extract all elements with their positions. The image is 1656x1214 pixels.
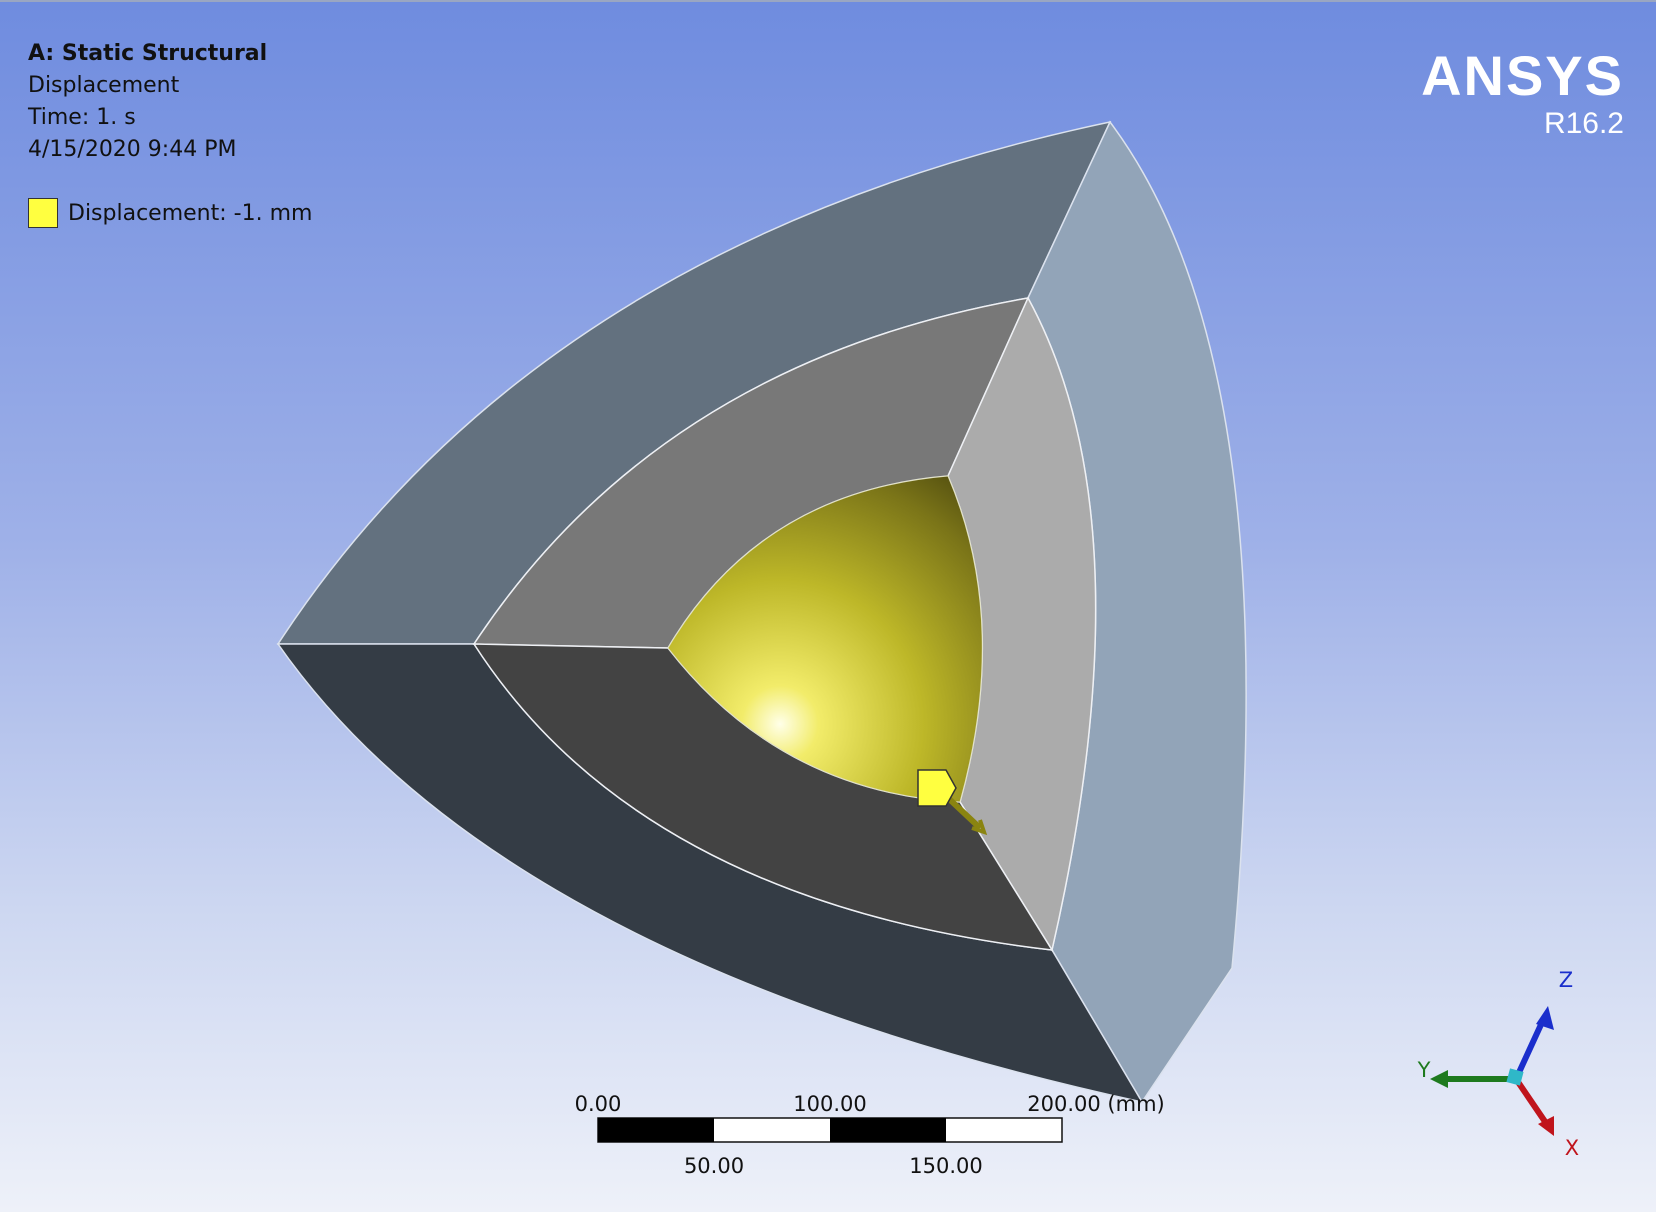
- scale-label-0: 0.00: [574, 1092, 622, 1116]
- graphics-viewport[interactable]: 0.00 100.00 200.00 (mm) 50.00 150.00 Z Y…: [0, 0, 1656, 1212]
- scale-label-150: 150.00: [909, 1154, 983, 1178]
- coordinate-triad[interactable]: [1430, 1006, 1554, 1136]
- scale-label-50: 50.00: [683, 1154, 745, 1178]
- scale-bar: [597, 1117, 1063, 1143]
- legend: Displacement: -1. mm: [28, 198, 312, 228]
- result-type: Displacement: [28, 73, 180, 98]
- triad-y-arrowhead: [1430, 1070, 1448, 1088]
- date-label: 4/15/2020 9:44 PM: [28, 137, 237, 162]
- result-info-panel: A: Static Structural Displacement Time: …: [28, 38, 267, 166]
- time-label: Time: 1. s: [28, 105, 136, 130]
- triad-z-label: Z: [1558, 968, 1574, 992]
- triad-x-axis: [1513, 1077, 1551, 1128]
- ansys-logo: ANSYS R16.2: [1421, 46, 1624, 140]
- analysis-title: A: Static Structural: [28, 41, 268, 66]
- brand-name: ANSYS: [1421, 44, 1624, 107]
- legend-swatch: [28, 198, 58, 228]
- triad-y-label: Y: [1417, 1058, 1431, 1082]
- brand-version: R16.2: [1543, 107, 1624, 140]
- triad-x-label: X: [1564, 1136, 1580, 1160]
- legend-label: Displacement: -1. mm: [68, 200, 313, 226]
- scale-label-200: 200.00 (mm): [1027, 1092, 1165, 1116]
- scale-label-100: 100.00: [793, 1092, 867, 1116]
- triad-z-axis: [1513, 1016, 1547, 1081]
- model-geometry[interactable]: [0, 2, 1656, 1214]
